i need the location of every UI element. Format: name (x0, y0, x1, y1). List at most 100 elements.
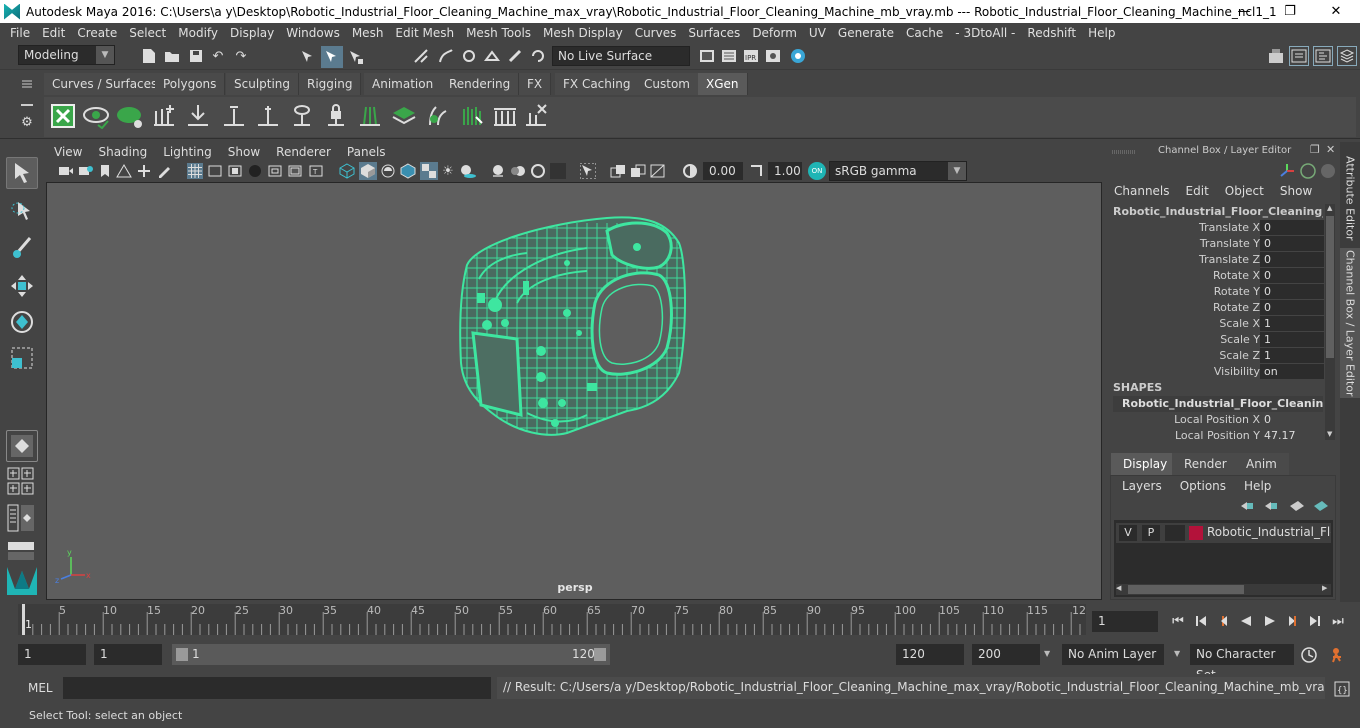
toggle-attribute-editor-icon[interactable] (1289, 46, 1309, 66)
animation-end-field[interactable]: 200 (972, 644, 1040, 665)
xgen-cut-icon[interactable] (490, 103, 518, 129)
gamma-icon[interactable] (748, 163, 764, 179)
attr-value[interactable]: 47.17 (1260, 428, 1324, 443)
ipr-render-icon[interactable]: IPR (742, 47, 760, 65)
attr-value[interactable]: 0 (1260, 300, 1324, 315)
motion-blur-icon[interactable] (510, 163, 526, 179)
layer-color-swatch[interactable] (1189, 526, 1203, 540)
menu-select[interactable]: Select (123, 26, 172, 40)
attr-value[interactable]: 1 (1260, 332, 1324, 347)
exposure-field[interactable]: 0.00 (703, 162, 743, 180)
lasso-tool-icon[interactable] (6, 196, 38, 228)
current-frame-field[interactable]: 1 (1092, 611, 1158, 632)
shelf-tab-fx-caching[interactable]: FX Caching (555, 73, 640, 95)
gamma-field[interactable]: 1.00 (768, 162, 802, 180)
toggle-tool-settings-icon[interactable] (1313, 46, 1333, 66)
new-layer-selected-icon[interactable] (1312, 499, 1330, 513)
minimize-button[interactable]: — (1221, 0, 1267, 23)
scroll-up-icon[interactable]: ▲ (1327, 204, 1332, 212)
graph-editor-layout-icon[interactable] (7, 541, 35, 561)
field-chart-icon[interactable] (267, 163, 283, 179)
scrollbar-thumb[interactable] (1326, 216, 1334, 358)
xray-icon[interactable] (610, 163, 626, 179)
play-backwards-icon[interactable] (1236, 612, 1256, 630)
snap-point-icon[interactable] (460, 47, 478, 65)
step-back-key-icon[interactable] (1213, 612, 1233, 630)
viewport-menu-view[interactable]: View (46, 145, 90, 159)
xgen-interactive-groom-icon[interactable] (424, 103, 452, 129)
shelf-tab-xgen[interactable]: XGen (698, 73, 748, 95)
animation-preferences-icon[interactable] (1327, 645, 1349, 665)
viewport-menu-show[interactable]: Show (220, 145, 268, 159)
xgen-create-description-icon[interactable] (116, 103, 144, 129)
camera-icon[interactable] (58, 163, 74, 179)
attr-value[interactable]: 0 (1260, 220, 1324, 235)
attr-value[interactable]: on (1260, 364, 1324, 379)
grease-pencil-icon[interactable] (156, 163, 172, 179)
color-management-toggle-icon[interactable]: ON (808, 162, 826, 180)
manipulator-axis-icon[interactable] (1277, 161, 1297, 181)
ambient-occlusion-icon[interactable] (490, 163, 506, 179)
mel-label[interactable]: MEL (28, 681, 53, 695)
xgen-comb-icon[interactable] (458, 103, 486, 129)
xgen-lock-guide-icon[interactable] (322, 103, 350, 129)
play-forwards-icon[interactable] (1260, 612, 1280, 630)
anti-aliasing-icon[interactable] (530, 163, 546, 179)
menu-file[interactable]: File (4, 26, 36, 40)
select-tool-icon[interactable] (6, 157, 38, 189)
anim-layer-select[interactable]: No Anim Layer (1062, 644, 1164, 665)
channel-box-tab[interactable]: Channel Box / Layer Editor (1340, 248, 1360, 398)
menu-curves[interactable]: Curves (629, 26, 683, 40)
layers-menu[interactable]: Layers (1122, 479, 1162, 493)
new-scene-icon[interactable] (140, 47, 158, 65)
xray-joints-icon[interactable] (630, 163, 646, 179)
close-panel-icon[interactable]: ✕ (1326, 143, 1335, 156)
mel-input[interactable] (63, 677, 491, 699)
chevron-down-icon[interactable]: ▼ (1044, 649, 1050, 658)
viewport-menu-renderer[interactable]: Renderer (268, 145, 339, 159)
menu-3dtoall[interactable]: - 3DtoAll - (949, 26, 1021, 40)
scroll-left-icon[interactable]: ◀ (1116, 584, 1121, 592)
snap-curve-icon[interactable] (437, 47, 455, 65)
attribute-editor-tab[interactable]: Attribute Editor (1340, 150, 1360, 246)
xgen-modifier-icon[interactable] (254, 103, 282, 129)
step-forward-key-icon[interactable] (1283, 612, 1303, 630)
open-scene-icon[interactable] (163, 47, 181, 65)
xray-components-icon[interactable] (650, 163, 666, 179)
menu-deform[interactable]: Deform (746, 26, 803, 40)
scroll-right-icon[interactable]: ▶ (1322, 584, 1327, 592)
shelf-tab-curves-surfaces[interactable]: Curves / Surfaces (44, 73, 167, 95)
menu-edit[interactable]: Edit (36, 26, 71, 40)
range-end-handle[interactable] (594, 648, 606, 661)
paint-select-tool-icon[interactable] (6, 232, 38, 264)
perspective-viewport[interactable]: y x z persp (46, 182, 1102, 600)
snap-view-plane-icon[interactable] (483, 47, 501, 65)
move-layer-down-icon[interactable] (1262, 499, 1280, 513)
attr-value[interactable]: 0 (1260, 268, 1324, 283)
maya-home-icon[interactable] (4, 564, 40, 598)
object-menu[interactable]: Object (1217, 184, 1272, 200)
symmetry-icon[interactable] (529, 47, 547, 65)
render-sequence-icon[interactable] (720, 47, 738, 65)
shelf-tab-rigging[interactable]: Rigging (299, 73, 362, 95)
attr-scale-y[interactable]: Scale Y1 (1110, 332, 1324, 348)
channel-box-scrollbar[interactable]: ▲ ▼ (1325, 204, 1335, 440)
options-menu[interactable]: Options (1180, 479, 1226, 493)
make-live-icon[interactable] (506, 47, 524, 65)
edit-menu[interactable]: Edit (1178, 184, 1217, 200)
shelf-tab-fx[interactable]: FX (519, 73, 552, 95)
layer-visibility-toggle[interactable]: V (1119, 525, 1137, 541)
move-tool-icon[interactable] (6, 270, 38, 302)
smooth-shading-icon[interactable] (359, 162, 377, 180)
snap-grid-icon[interactable] (412, 47, 430, 65)
selected-object-name[interactable]: Robotic_Industrial_Floor_Cleaning_M... (1113, 205, 1323, 220)
menu-uv[interactable]: UV (803, 26, 832, 40)
move-layer-up-icon[interactable] (1238, 499, 1256, 513)
safe-action-icon[interactable] (287, 163, 303, 179)
layer-row[interactable]: V P Robotic_Industrial_Floor (1116, 523, 1331, 543)
exposure-icon[interactable] (682, 163, 698, 179)
attr-local-position-y[interactable]: Local Position Y 47.17 (1110, 428, 1324, 444)
shelf-tab-polygons[interactable]: Polygons (155, 73, 226, 95)
resolution-gate-icon[interactable] (227, 163, 243, 179)
toggle-channel-box-icon[interactable] (1337, 46, 1357, 66)
